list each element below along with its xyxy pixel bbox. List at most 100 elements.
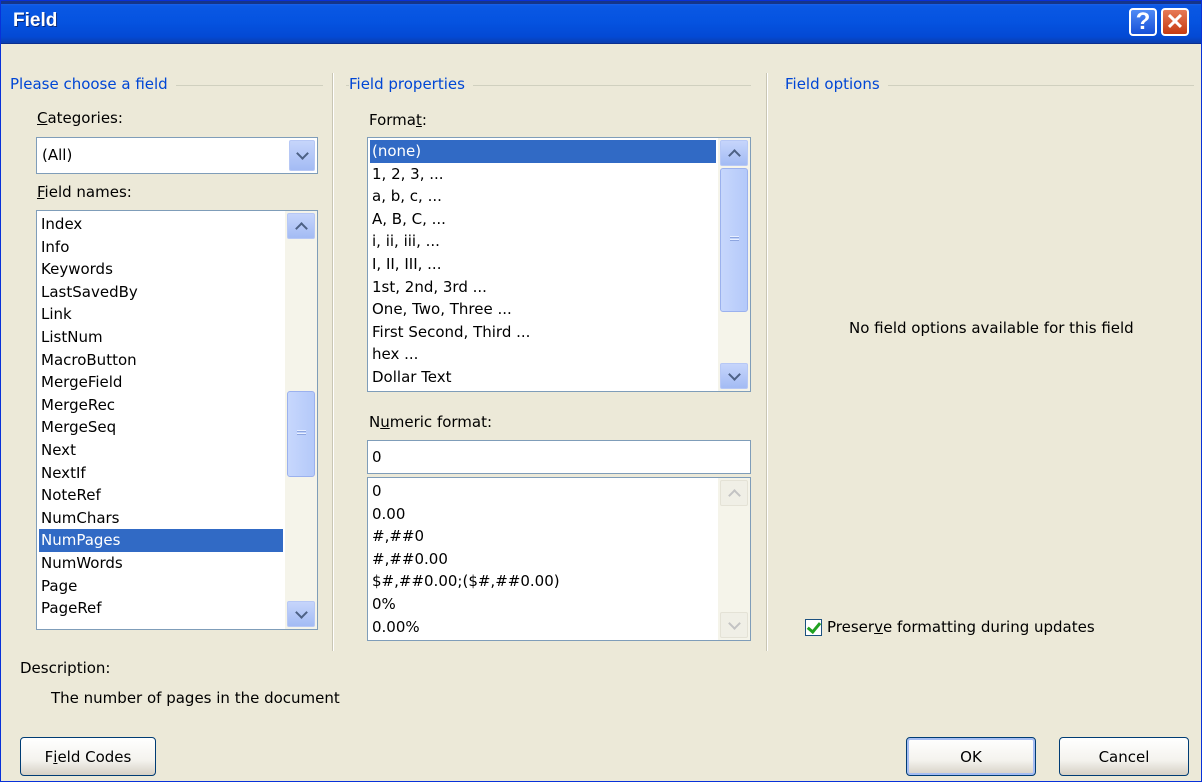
list-item[interactable]: 1st, 2nd, 3rd ...: [370, 276, 716, 299]
list-item[interactable]: 0%: [370, 593, 716, 616]
list-item[interactable]: NumChars: [39, 507, 283, 530]
list-item[interactable]: MergeRec: [39, 394, 283, 417]
list-item[interactable]: a, b, c, ...: [370, 185, 716, 208]
description-text: The number of pages in the document: [51, 689, 340, 707]
categories-dropdown-button[interactable]: [289, 140, 315, 171]
list-item[interactable]: Next: [39, 439, 283, 462]
field-codes-rest: eld Codes: [57, 747, 132, 766]
list-item[interactable]: 0.00: [370, 503, 716, 526]
preserve-accel: v: [874, 618, 883, 636]
list-item[interactable]: i, ii, iii, ...: [370, 230, 716, 253]
field-names-label-text: ield names:: [44, 183, 132, 201]
scroll-down-button: [720, 612, 748, 638]
preserve-label-text: Preser: [827, 618, 875, 636]
numeric-label-text: N: [369, 413, 381, 431]
title-bar-edge: [1, 1, 1201, 4]
choose-field-group-title: Please choose a field: [10, 75, 176, 93]
close-icon: ✕: [1165, 9, 1185, 34]
list-item[interactable]: #,##0.00: [370, 548, 716, 571]
scroll-up-button[interactable]: [720, 140, 748, 166]
list-item[interactable]: 0: [370, 480, 716, 503]
scroll-down-button[interactable]: [287, 601, 315, 627]
cancel-button[interactable]: Cancel: [1059, 737, 1189, 776]
check-icon: [806, 618, 822, 635]
dialog-title: Field: [13, 10, 58, 31]
help-icon: ?: [1135, 8, 1151, 35]
format-label-colon: :: [421, 111, 427, 129]
list-item[interactable]: #,##0: [370, 525, 716, 548]
thumb-grip: [297, 430, 306, 431]
field-dialog: Field ? ✕ Please choose a field Categori…: [0, 0, 1202, 782]
chevron-down-icon: [727, 616, 741, 630]
field-options-group-title: Field options: [785, 75, 888, 93]
field-names-items: Index Info Keywords LastSavedBy Link ListNum M…: [39, 213, 283, 620]
list-item[interactable]: MergeSeq: [39, 416, 283, 439]
list-item[interactable]: A, B, C, ...: [370, 208, 716, 231]
format-items: (none) 1, 2, 3, ... a, b, c, ... A, B, C, .…: [370, 140, 716, 389]
preserve-formatting-checkbox[interactable]: [805, 618, 822, 636]
chevron-up-icon: [727, 148, 741, 162]
numeric-format-list[interactable]: 0 0.00 #,##0 #,##0.00 $#,##0.00;($#,##0.00) 0…: [367, 477, 751, 641]
scroll-up-button[interactable]: [287, 213, 315, 239]
list-item[interactable]: I, II, III, ...: [370, 253, 716, 276]
list-item[interactable]: First Second, Third ...: [370, 321, 716, 344]
chevron-down-icon: [295, 147, 309, 160]
ok-button[interactable]: OK: [906, 737, 1036, 776]
separator-right: [766, 73, 767, 651]
list-item[interactable]: Keywords: [39, 258, 283, 281]
list-item[interactable]: 0.00%: [370, 616, 716, 639]
numeric-format-input[interactable]: [367, 440, 751, 474]
thumb-grip: [730, 236, 739, 237]
list-item[interactable]: NumPages: [39, 529, 283, 552]
list-item[interactable]: Index: [39, 213, 283, 236]
list-item[interactable]: Link: [39, 303, 283, 326]
list-item[interactable]: LastSavedBy: [39, 281, 283, 304]
list-item[interactable]: PageRef: [39, 597, 283, 620]
list-item[interactable]: (none): [370, 140, 716, 163]
thumb-grip: [730, 239, 739, 240]
format-scrollbar[interactable]: [718, 138, 750, 391]
field-properties-group-title: Field properties: [349, 75, 473, 93]
scroll-down-button[interactable]: [720, 363, 748, 389]
categories-value: (All): [42, 146, 73, 164]
list-item[interactable]: NextIf: [39, 462, 283, 485]
separator-left: [332, 73, 333, 651]
preserve-label-rest: e formatting during updates: [882, 618, 1095, 636]
help-button[interactable]: ?: [1129, 8, 1157, 36]
preserve-formatting-label[interactable]: Preserve formatting during updates: [827, 618, 1095, 636]
numeric-format-field[interactable]: [368, 441, 750, 473]
field-names-list[interactable]: Index Info Keywords LastSavedBy Link ListNum M…: [36, 210, 318, 630]
chevron-up-icon: [727, 488, 741, 502]
list-item[interactable]: 1, 2, 3, ...: [370, 163, 716, 186]
field-codes-button[interactable]: Fi eld Codes: [20, 737, 156, 776]
list-item[interactable]: ListNum: [39, 326, 283, 349]
list-item[interactable]: MergeField: [39, 371, 283, 394]
field-names-accel: F: [37, 183, 45, 201]
list-item[interactable]: Info: [39, 236, 283, 259]
format-label: Format:: [369, 111, 427, 129]
list-item[interactable]: NumWords: [39, 552, 283, 575]
numeric-format-label: Numeric format:: [369, 413, 492, 431]
list-item[interactable]: hex ...: [370, 343, 716, 366]
list-item[interactable]: Page: [39, 575, 283, 598]
numeric-format-items: 0 0.00 #,##0 #,##0.00 $#,##0.00;($#,##0.00) 0…: [370, 480, 716, 638]
list-item[interactable]: NoteRef: [39, 484, 283, 507]
format-label-text: Forma: [369, 111, 416, 129]
numeric-accel: u: [380, 413, 390, 431]
categories-dropdown[interactable]: (All): [36, 137, 318, 174]
categories-accel: C: [37, 109, 48, 127]
format-list[interactable]: (none) 1, 2, 3, ... a, b, c, ... A, B, C, .…: [367, 137, 751, 392]
list-item[interactable]: $#,##0.00;($#,##0.00): [370, 570, 716, 593]
list-item[interactable]: One, Two, Three ...: [370, 298, 716, 321]
description-label: Description:: [20, 659, 111, 677]
close-button[interactable]: ✕: [1161, 8, 1189, 36]
list-item[interactable]: Dollar Text: [370, 366, 716, 389]
scroll-thumb[interactable]: [287, 391, 315, 477]
no-field-options-message: No field options available for this fiel…: [849, 319, 1134, 337]
list-item[interactable]: MacroButton: [39, 349, 283, 372]
field-names-label: Field names:: [37, 183, 132, 201]
title-bar: Field ? ✕: [1, 1, 1201, 44]
field-names-scrollbar[interactable]: [285, 211, 317, 629]
chevron-up-icon: [294, 221, 308, 235]
scroll-thumb[interactable]: [720, 168, 748, 312]
